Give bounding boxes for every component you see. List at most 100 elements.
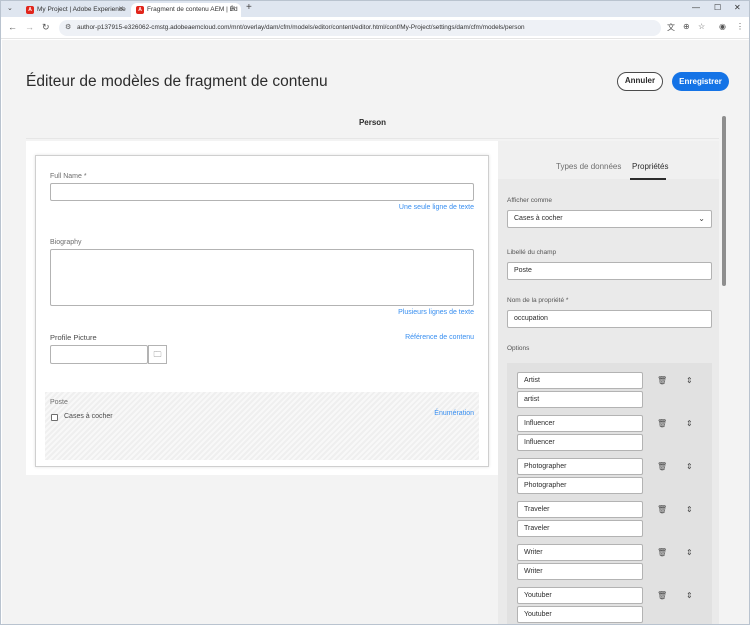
drag-handle-icon[interactable]: ⇕	[686, 376, 693, 385]
url-field[interactable]: ⚙ author-p137915-e326062-cmstg.adobeaemc…	[59, 20, 661, 36]
drag-handle-icon[interactable]: ⇕	[686, 505, 693, 514]
option-label-text: Photographer	[524, 463, 567, 470]
option-label-text: Writer	[524, 549, 543, 556]
trash-icon[interactable]: 🗑	[657, 462, 667, 471]
folder-icon: 🗀	[153, 350, 162, 359]
profile-picture-path-input[interactable]	[50, 345, 148, 364]
full-name-input[interactable]	[50, 183, 474, 201]
option-value-input[interactable]: Youtuber	[517, 606, 643, 623]
option-label-input[interactable]: Youtuber	[517, 587, 643, 604]
tab-strip: ⌄ A My Project | Adobe Experience ✕ A Fr…	[1, 1, 749, 17]
options-list: Artist artist 🗑 ⇕ Influencer Influencer …	[507, 363, 712, 624]
cancel-button[interactable]: Annuler	[617, 72, 663, 91]
tab-title: Fragment de contenu AEM | Éd	[147, 6, 238, 13]
field-label-value: Poste	[514, 267, 532, 274]
close-window-icon[interactable]: ✕	[734, 3, 741, 12]
drag-handle-icon[interactable]: ⇕	[686, 419, 693, 428]
option-value-text: Youtuber	[524, 611, 552, 618]
address-bar-row: ← → ↻ ⚙ author-p137915-e326062-cmstg.ado…	[1, 17, 749, 39]
field-type-single-line: Une seule ligne de texte	[398, 204, 474, 211]
option-value-input[interactable]: Influencer	[517, 434, 643, 451]
field-label-poste: Poste	[50, 399, 68, 406]
field-type-multi-line: Plusieurs lignes de texte	[398, 309, 474, 316]
tab-properties[interactable]: Propriétés	[632, 162, 668, 171]
chevron-down-icon: ⌄	[698, 214, 705, 223]
site-info-icon[interactable]: ⚙	[65, 20, 71, 36]
option-value-text: artist	[524, 396, 540, 403]
model-name: Person	[358, 118, 387, 127]
maximize-icon[interactable]: ☐	[714, 3, 721, 12]
page-scrollbar[interactable]	[722, 116, 726, 286]
field-label-full-name: Full Name *	[50, 173, 87, 180]
page-title: Éditeur de modèles de fragment de conten…	[26, 73, 328, 90]
trash-icon[interactable]: 🗑	[657, 505, 667, 514]
field-label-biography: Biography	[50, 239, 82, 246]
option-value-input[interactable]: Writer	[517, 563, 643, 580]
trash-icon[interactable]: 🗑	[657, 419, 667, 428]
option-value-text: Traveler	[524, 525, 550, 532]
field-label-profile-picture: Profile Picture	[50, 333, 97, 342]
options-label: Options	[507, 345, 530, 352]
property-name-label: Nom de la propriété *	[507, 297, 569, 304]
render-as-label: Afficher comme	[507, 197, 553, 204]
properties-panel: Types de données Propriétés Afficher com…	[498, 141, 719, 624]
field-label-label: Libellé du champ	[507, 249, 557, 256]
trash-icon[interactable]: 🗑	[657, 376, 667, 385]
drag-handle-icon[interactable]: ⇕	[686, 548, 693, 557]
minimize-icon[interactable]: —	[692, 3, 700, 12]
save-button[interactable]: Enregistrer	[672, 72, 729, 91]
field-type-enumeration: Énumération	[434, 410, 474, 417]
translate-icon[interactable]: 文	[667, 22, 675, 33]
close-tab-icon[interactable]: ✕	[118, 3, 124, 17]
field-type-content-reference: Référence de contenu	[405, 334, 474, 341]
checkbox[interactable]	[51, 414, 58, 421]
option-label-text: Traveler	[524, 506, 550, 513]
trash-icon[interactable]: 🗑	[657, 591, 667, 600]
option-value-input[interactable]: artist	[517, 391, 643, 408]
browser-tab-fragment-editor[interactable]: A Fragment de contenu AEM | Éd ✕	[131, 3, 241, 17]
drag-handle-icon[interactable]: ⇕	[686, 591, 693, 600]
option-label-text: Youtuber	[524, 592, 552, 599]
editor-page: Éditeur de modèles de fragment de conten…	[2, 40, 749, 624]
tab-title: My Project | Adobe Experience	[37, 6, 126, 13]
option-value-input[interactable]: Traveler	[517, 520, 643, 537]
field-label-input[interactable]: Poste	[507, 262, 712, 280]
option-value-text: Writer	[524, 568, 543, 575]
bookmark-star-icon[interactable]: ☆	[698, 22, 705, 31]
close-tab-icon[interactable]: ✕	[230, 3, 236, 17]
url-text: author-p137915-e326062-cmstg.adobeaemclo…	[77, 24, 525, 31]
render-as-value: Cases à cocher	[514, 215, 563, 222]
menu-dots-icon[interactable]: ⋮	[736, 22, 744, 31]
divider	[26, 138, 719, 139]
option-label-input[interactable]: Artist	[517, 372, 643, 389]
browser-tab-my-project[interactable]: A My Project | Adobe Experience ✕	[21, 3, 129, 17]
profile-icon[interactable]: ◉	[719, 22, 726, 31]
option-label-input[interactable]: Traveler	[517, 501, 643, 518]
option-value-text: Photographer	[524, 482, 567, 489]
tab-search-icon[interactable]: ⌄	[7, 4, 13, 12]
drag-handle-icon[interactable]: ⇕	[686, 462, 693, 471]
biography-textarea[interactable]	[50, 249, 474, 306]
property-name-input[interactable]: occupation	[507, 310, 712, 328]
forward-icon[interactable]: →	[25, 22, 34, 32]
model-canvas: Full Name * Une seule ligne de texte Bio…	[26, 141, 498, 475]
option-label-input[interactable]: Writer	[517, 544, 643, 561]
fields-card: Full Name * Une seule ligne de texte Bio…	[35, 155, 489, 467]
option-value-input[interactable]: Photographer	[517, 477, 643, 494]
option-label-input[interactable]: Influencer	[517, 415, 643, 432]
checkbox-label: Cases à cocher	[64, 413, 113, 420]
new-tab-button[interactable]: +	[246, 2, 252, 13]
tab-data-types[interactable]: Types de données	[556, 162, 621, 171]
option-label-text: Artist	[524, 377, 540, 384]
selected-field-poste[interactable]: Poste Énumération Cases à cocher	[45, 392, 479, 460]
option-label-input[interactable]: Photographer	[517, 458, 643, 475]
option-label-text: Influencer	[524, 420, 555, 427]
render-as-select[interactable]: Cases à cocher ⌄	[507, 210, 712, 228]
folder-browse-button[interactable]: 🗀	[148, 345, 167, 364]
reload-icon[interactable]: ↻	[42, 22, 50, 33]
option-value-text: Influencer	[524, 439, 555, 446]
trash-icon[interactable]: 🗑	[657, 548, 667, 557]
back-icon[interactable]: ←	[8, 22, 17, 32]
panel-tabs: Types de données Propriétés	[498, 141, 719, 180]
zoom-icon[interactable]: ⊕	[683, 22, 690, 31]
